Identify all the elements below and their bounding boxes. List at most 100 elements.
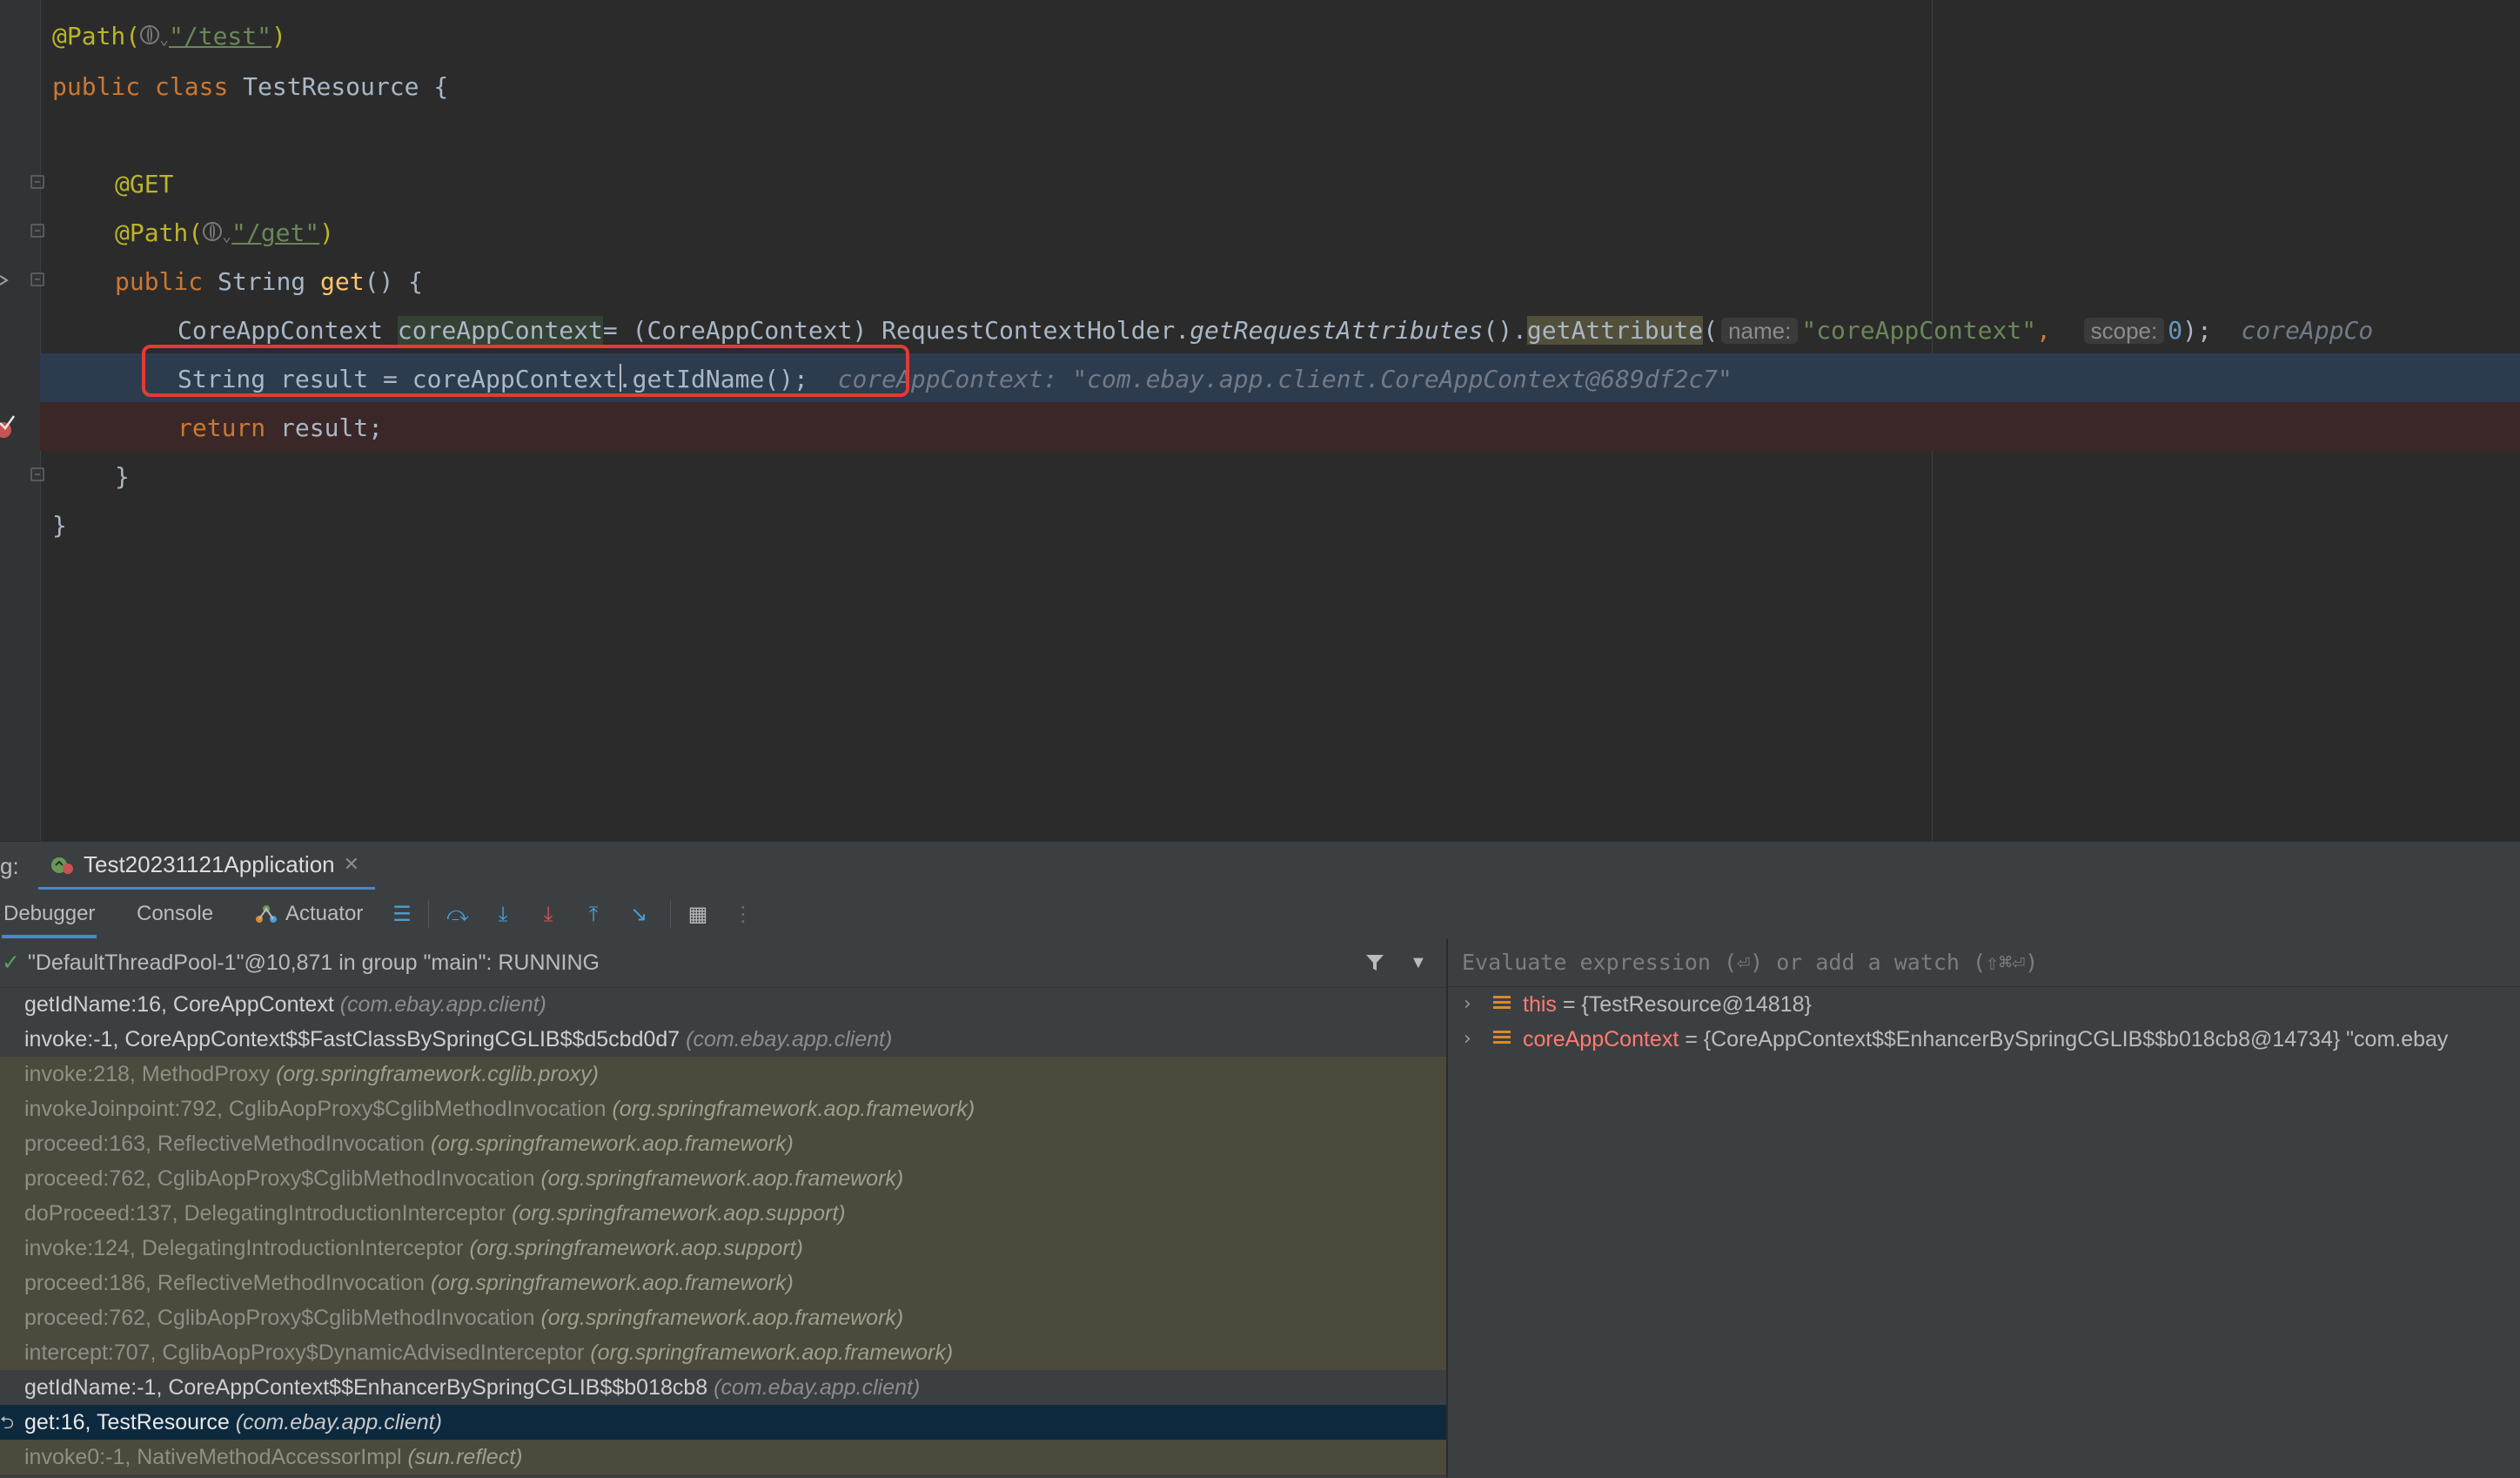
code-line-5: @Path(⌄"/get") [115,218,335,247]
fold-icon[interactable] [30,467,44,481]
evaluate-expression-input[interactable]: Evaluate expression (⏎) or add a watch (… [1448,938,2520,987]
field-icon [1493,996,1511,1013]
show-execution-point-icon[interactable]: ☰ [390,902,414,926]
stack-frame[interactable]: proceed:163, ReflectiveMethodInvocation … [0,1126,1446,1161]
frame-method: invoke:218, MethodProxy [24,1062,271,1086]
evaluate-expression-icon[interactable]: ▦ [686,902,710,926]
breakpoint-line-highlight [40,402,2520,451]
toolbar-separator [428,900,429,928]
code-line-4: @GET [115,170,174,198]
run-configuration-tab[interactable]: Test20231121Application ✕ [38,842,376,890]
inline-debug-value: coreAppContext: "com.ebay.app.client.Cor… [837,365,1732,393]
frame-method: invokeJoinpoint:792, CglibAopProxy$Cglib… [24,1097,607,1121]
frame-method: getIdName:-1, CoreAppContext$$EnhancerBy… [24,1375,708,1400]
stack-frame[interactable]: invoke:218, MethodProxy (org.springframe… [0,1057,1446,1092]
url-globe-icon[interactable] [140,25,160,44]
code-line-9: return result; [178,413,384,442]
variable-value: = {CoreAppContext$$EnhancerBySpringCGLIB… [1679,1027,2449,1051]
frame-package: (com.ebay.app.client) [714,1375,921,1400]
debug-label: g: [0,853,19,879]
url-globe-icon[interactable] [203,222,223,241]
stack-frame[interactable]: proceed:186, ReflectiveMethodInvocation … [0,1266,1446,1300]
actuator-icon [256,905,277,923]
frame-package: (org.springframework.aop.framework) [540,1306,904,1330]
frame-return-icon: ⮌ [0,1412,15,1433]
toolbar-separator [670,900,671,928]
tab-actuator[interactable]: Actuator [252,890,365,938]
method-breakpoint-icon[interactable] [0,273,14,287]
parameter-hint-scope: scope: [2083,318,2165,344]
text-caret [620,364,621,392]
chevron-right-icon[interactable]: › [1464,987,1471,1022]
variable-text: coreAppContext = {CoreAppContext$$Enhanc… [1523,1022,2448,1057]
tab-debugger[interactable]: Debugger [2,890,97,938]
frame-method: get:16, TestResource [24,1410,230,1434]
frame-package: (sun.reflect) [407,1445,523,1469]
frame-package: (org.springframework.aop.framework) [430,1132,794,1156]
spring-boot-debug-icon [51,857,73,874]
chevron-down-icon[interactable]: ⌄ [222,227,231,245]
close-icon[interactable]: ✕ [344,853,359,876]
frame-method: invoke0:-1, NativeMethodAccessorImpl [24,1445,402,1469]
trace-current-stream-icon[interactable]: ⋮ [731,902,755,926]
variable-row[interactable]: › this = {TestResource@14818} [1448,987,2520,1022]
thread-name: "DefaultThreadPool-1"@10,871 in group "m… [28,951,600,975]
frame-package: (org.springframework.aop.framework) [612,1097,975,1121]
frame-method: proceed:186, ReflectiveMethodInvocation [24,1271,426,1295]
step-into-icon[interactable]: ⤓ [491,902,515,926]
frame-method: getIdName:16, CoreAppContext [24,992,334,1017]
frame-package: (com.ebay.app.client) [235,1410,442,1434]
code-editor[interactable]: @Path(⌄"/test") public class TestResourc… [0,0,2520,841]
frame-method: intercept:707, CglibAopProxy$DynamicAdvi… [24,1340,585,1365]
stack-frame[interactable]: doProceed:137, DelegatingIntroductionInt… [0,1196,1446,1231]
check-icon: ✓ [2,950,20,975]
chevron-down-icon[interactable]: ⌄ [159,30,169,49]
frame-package: (com.ebay.app.client) [686,1027,893,1051]
fold-icon[interactable] [30,175,44,189]
frame-package: (com.ebay.app.client) [339,992,546,1017]
variables-panel: Evaluate expression (⏎) or add a watch (… [1448,938,2520,1478]
thread-selector[interactable]: ✓ "DefaultThreadPool-1"@10,871 in group … [0,938,1446,988]
step-out-icon[interactable]: ⤒ [581,902,606,926]
frame-package: (org.springframework.aop.support) [469,1236,803,1260]
code-line-11: } [52,511,67,540]
stack-frame[interactable]: intercept:707, CglibAopProxy$DynamicAdvi… [0,1335,1446,1370]
force-step-into-icon[interactable]: ⤓ [536,902,560,926]
frame-method: doProceed:137, DelegatingIntroductionInt… [24,1201,506,1226]
stack-frame[interactable]: invoke:124, DelegatingIntroductionInterc… [0,1231,1446,1266]
breakpoint-icon[interactable] [0,413,16,440]
stack-frame[interactable]: getIdName:16, CoreAppContext (com.ebay.a… [0,987,1446,1022]
run-configuration-name: Test20231121Application [84,850,335,877]
stack-frame[interactable]: invokeJoinpoint:792, CglibAopProxy$Cglib… [0,1092,1446,1126]
frame-package: (org.springframework.aop.support) [512,1201,846,1226]
code-line-6: public String get() { [115,267,424,296]
fold-icon[interactable] [30,224,44,238]
frame-method: invoke:-1, CoreAppContext$$FastClassBySp… [24,1027,680,1051]
step-over-icon[interactable]: ⤼ [446,902,470,926]
code-line-10: } [115,462,130,491]
variable-value: = {TestResource@14818} [1556,992,1812,1017]
stack-frame[interactable]: getIdName:-1, CoreAppContext$$EnhancerBy… [0,1370,1446,1405]
selected-stack-frame[interactable]: ⮌ get:16, TestResource (com.ebay.app.clie… [0,1405,1446,1440]
frame-method: invoke:124, DelegatingIntroductionInterc… [24,1236,464,1260]
variable-name: coreAppContext [1523,1027,1679,1051]
stack-frame[interactable]: proceed:762, CglibAopProxy$CglibMethodIn… [0,1300,1446,1335]
run-to-cursor-icon[interactable]: ↘ [627,902,651,926]
stack-frame[interactable]: invoke:-1, CoreAppContext$$FastClassBySp… [0,1022,1446,1057]
frame-method: proceed:762, CglibAopProxy$CglibMethodIn… [24,1306,535,1330]
highlight-annotation-box [142,345,909,397]
debug-title-bar: g: Test20231121Application ✕ [0,841,2520,891]
stack-frame[interactable]: invoke0:-1, NativeMethodAccessorImpl (su… [0,1440,1446,1475]
variable-text: this = {TestResource@14818} [1523,987,1812,1022]
frame-package: (org.springframework.aop.framework) [590,1340,954,1365]
parameter-hint-name: name: [1721,318,1799,344]
variable-row[interactable]: › coreAppContext = {CoreAppContext$$Enhan… [1448,1022,2520,1057]
stack-frame[interactable]: proceed:762, CglibAopProxy$CglibMethodIn… [0,1161,1446,1196]
filter-icon[interactable] [1364,952,1385,973]
frame-package: (org.springframework.aop.framework) [430,1271,794,1295]
chevron-down-icon[interactable]: ▼ [1410,938,1427,987]
tab-console[interactable]: Console [135,890,215,938]
fold-icon[interactable] [30,272,44,286]
code-line-1: @Path(⌄"/test") [52,22,286,50]
chevron-right-icon[interactable]: › [1464,1022,1471,1057]
